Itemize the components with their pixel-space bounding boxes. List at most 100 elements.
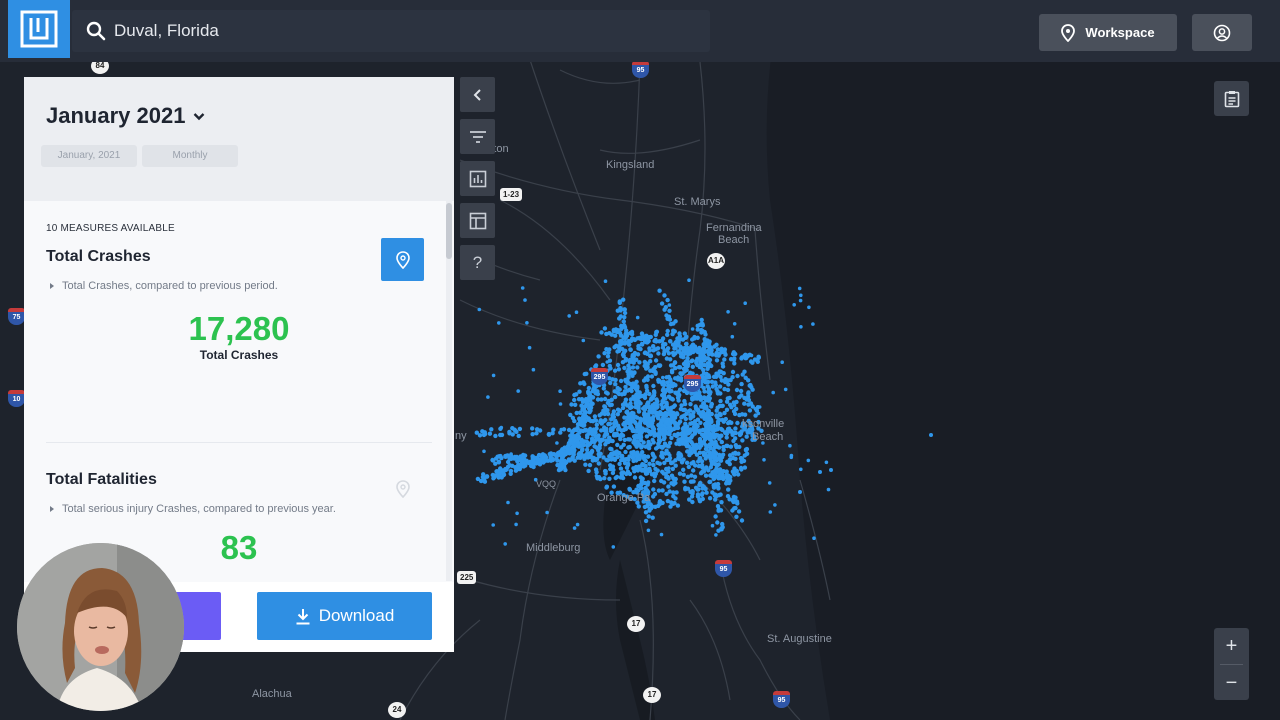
crash-point bbox=[618, 436, 623, 442]
place-label: ny bbox=[455, 430, 467, 442]
place-label: Beach bbox=[718, 234, 750, 246]
crash-point bbox=[710, 384, 715, 389]
crash-point bbox=[481, 432, 487, 438]
crash-point bbox=[720, 403, 725, 409]
measure-description[interactable]: Total serious injury Crashes, compared t… bbox=[46, 503, 432, 515]
crash-point bbox=[637, 456, 642, 462]
scrollbar-thumb[interactable] bbox=[446, 203, 452, 259]
crash-point bbox=[737, 412, 742, 418]
download-button[interactable]: Download bbox=[257, 592, 432, 640]
crash-point bbox=[734, 406, 739, 412]
frequency-chip[interactable]: Monthly bbox=[142, 145, 238, 167]
table-button[interactable] bbox=[460, 203, 495, 238]
crash-point bbox=[700, 432, 705, 437]
crash-point bbox=[559, 427, 564, 432]
crash-point bbox=[530, 426, 535, 431]
crash-point bbox=[685, 428, 690, 433]
crash-point bbox=[535, 456, 540, 461]
crash-point bbox=[556, 467, 562, 473]
crash-point bbox=[677, 419, 683, 424]
zoom-out-button[interactable]: − bbox=[1214, 665, 1249, 701]
crash-point bbox=[652, 339, 657, 343]
crash-point bbox=[602, 404, 608, 410]
zoom-in-button[interactable]: + bbox=[1214, 628, 1249, 664]
crash-point bbox=[714, 463, 720, 468]
crash-point bbox=[681, 366, 687, 372]
crash-point bbox=[736, 472, 741, 477]
crash-point bbox=[693, 406, 699, 411]
clipboard-button[interactable] bbox=[1214, 81, 1249, 116]
crash-point bbox=[626, 375, 631, 380]
user-icon bbox=[1213, 24, 1231, 41]
crash-point bbox=[615, 442, 620, 448]
crash-point bbox=[655, 346, 661, 351]
crash-point bbox=[725, 443, 730, 449]
crash-point bbox=[749, 353, 754, 358]
search-input[interactable]: Duval, Florida bbox=[114, 21, 219, 41]
crash-point bbox=[605, 360, 609, 364]
crash-point bbox=[674, 411, 680, 416]
measure-description[interactable]: Total Crashes, compared to previous peri… bbox=[46, 280, 432, 292]
filter-button[interactable] bbox=[460, 119, 495, 154]
crash-point bbox=[703, 332, 708, 337]
crash-point bbox=[723, 416, 728, 422]
crash-point bbox=[599, 411, 605, 416]
crash-point bbox=[612, 389, 617, 394]
crash-point bbox=[613, 382, 618, 387]
crash-point bbox=[624, 409, 629, 415]
crash-point bbox=[742, 453, 747, 458]
crash-point bbox=[651, 431, 657, 437]
crash-point bbox=[497, 321, 501, 325]
collapse-panel-button[interactable] bbox=[460, 77, 495, 112]
crash-point bbox=[569, 402, 574, 407]
crash-point bbox=[554, 456, 559, 461]
crash-point bbox=[650, 515, 655, 520]
crash-point bbox=[599, 330, 604, 335]
crash-point bbox=[568, 437, 573, 443]
help-button[interactable]: ? bbox=[460, 245, 495, 280]
crash-point bbox=[604, 457, 609, 463]
crash-point bbox=[632, 469, 637, 474]
crash-point bbox=[742, 401, 747, 406]
crash-point bbox=[607, 331, 612, 336]
crash-point bbox=[618, 378, 624, 384]
crash-point bbox=[596, 437, 602, 442]
app-logo[interactable] bbox=[8, 0, 70, 58]
crash-point bbox=[719, 346, 724, 351]
workspace-button[interactable]: Workspace bbox=[1039, 14, 1177, 51]
period-chip[interactable]: January, 2021 bbox=[41, 145, 137, 167]
crash-point bbox=[696, 487, 701, 492]
crash-point bbox=[634, 444, 639, 449]
crash-point bbox=[657, 288, 662, 293]
crash-point bbox=[731, 438, 736, 444]
crash-point bbox=[629, 337, 635, 342]
crash-point bbox=[733, 450, 738, 455]
period-selector[interactable]: January 2021 bbox=[46, 103, 432, 129]
crash-point bbox=[690, 327, 695, 331]
crash-point bbox=[735, 420, 740, 426]
crash-point bbox=[694, 393, 699, 398]
crash-point bbox=[682, 432, 687, 437]
crash-point bbox=[514, 454, 519, 460]
crash-point bbox=[480, 474, 486, 480]
location-pin-icon bbox=[395, 479, 410, 498]
crash-point bbox=[478, 478, 484, 484]
search-bar[interactable]: Duval, Florida bbox=[72, 10, 710, 52]
measure-value: 17,280 bbox=[188, 310, 290, 347]
crash-point bbox=[558, 402, 563, 406]
crash-point bbox=[585, 435, 590, 440]
crash-point bbox=[590, 401, 595, 406]
crash-point bbox=[703, 456, 708, 461]
crash-point bbox=[698, 471, 704, 476]
crash-point bbox=[695, 417, 701, 422]
crash-point bbox=[717, 384, 723, 389]
crash-point bbox=[603, 417, 608, 423]
show-on-map-button[interactable] bbox=[381, 238, 424, 281]
crash-point bbox=[716, 476, 721, 481]
user-account-button[interactable] bbox=[1192, 14, 1252, 51]
crash-point bbox=[799, 325, 803, 329]
chart-button[interactable] bbox=[460, 161, 495, 196]
route-marker: 24 bbox=[388, 702, 406, 718]
crash-point bbox=[742, 353, 747, 358]
crash-point bbox=[648, 353, 654, 359]
